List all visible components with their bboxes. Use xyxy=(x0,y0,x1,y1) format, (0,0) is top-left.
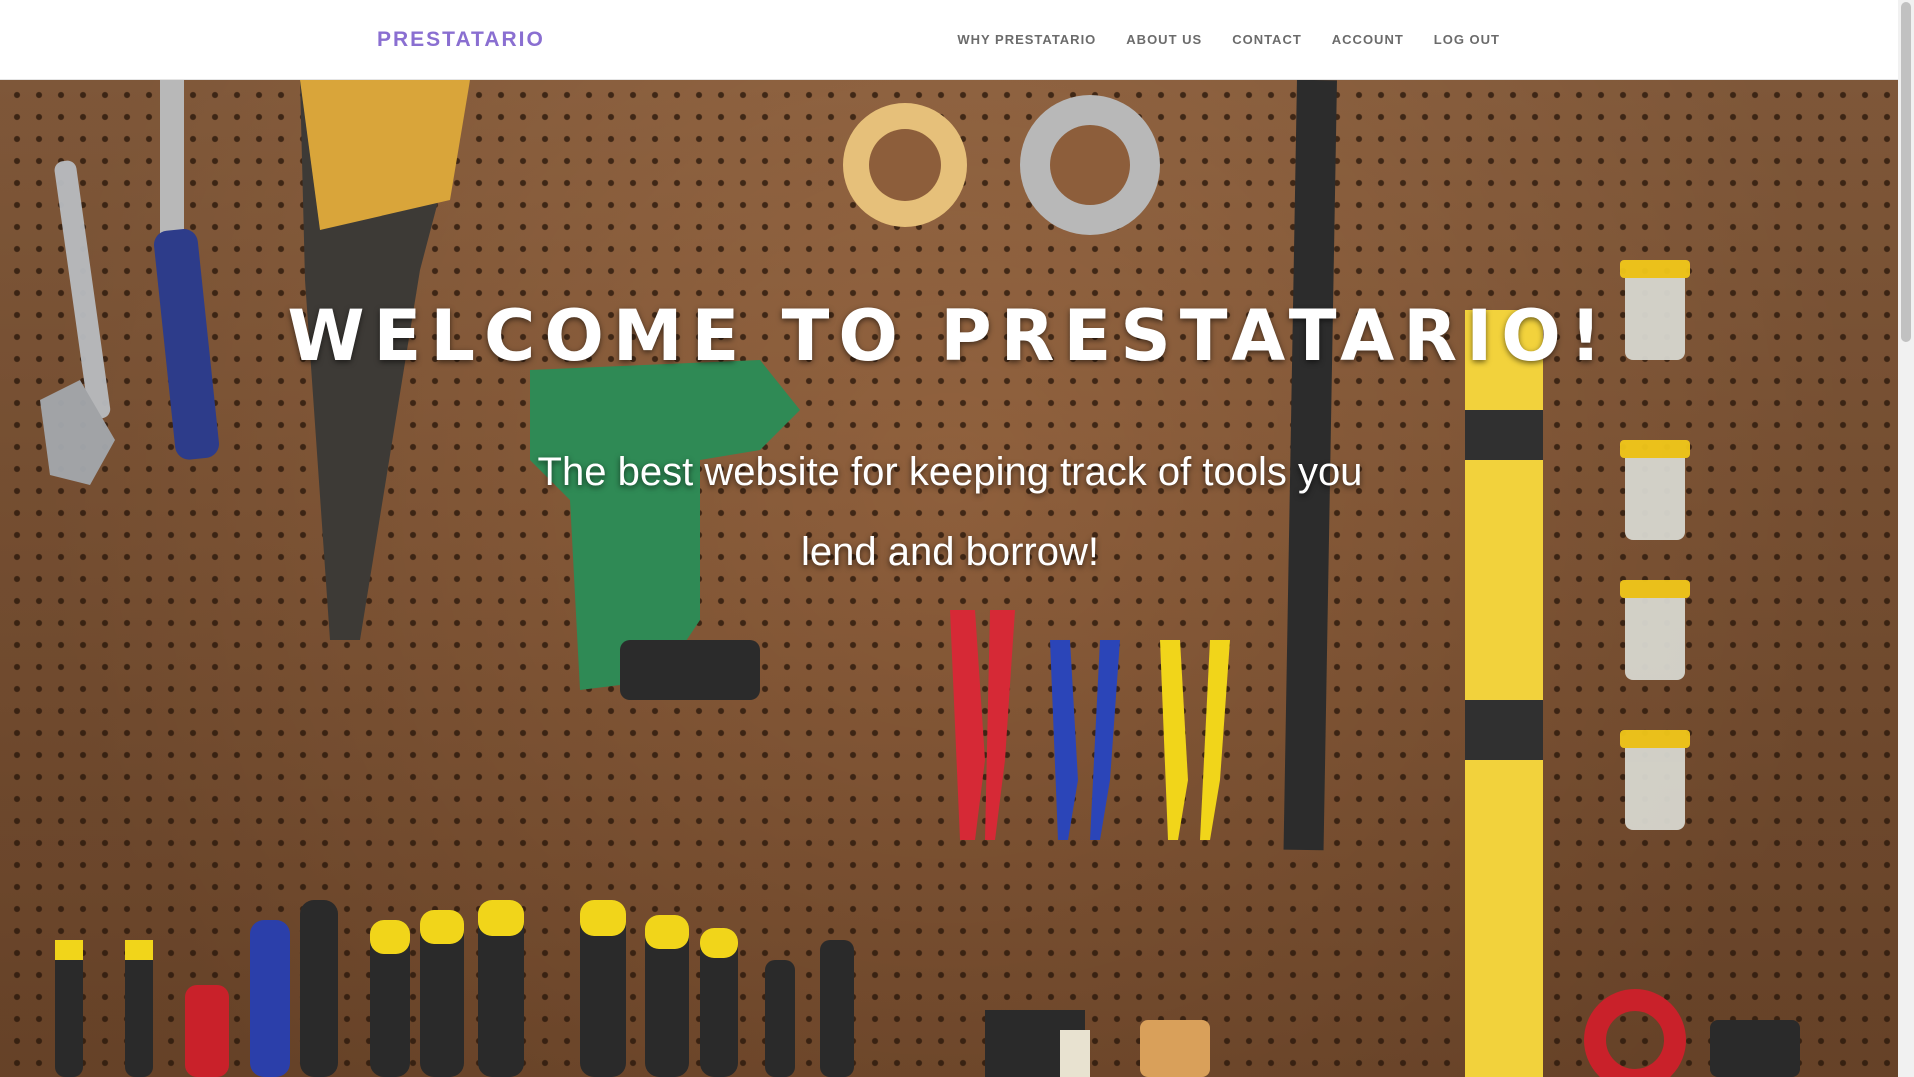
pipe-cutter-image xyxy=(1584,989,1800,1077)
clamp-image xyxy=(985,1010,1210,1077)
nav-link-contact[interactable]: CONTACT xyxy=(1217,0,1317,79)
top-navbar: PRESTATARIO WHY PRESTATARIO ABOUT US CON… xyxy=(0,0,1898,80)
hero-section: WELCOME TO PRESTATARIO! The best website… xyxy=(0,80,1898,1077)
nav-link-account[interactable]: ACCOUNT xyxy=(1317,0,1419,79)
tape-rolls-image xyxy=(843,95,1160,235)
hammer-image xyxy=(153,80,220,460)
level-image xyxy=(1465,310,1543,1077)
scrollbar-thumb[interactable] xyxy=(1901,2,1911,342)
nav-link-log-out[interactable]: LOG OUT xyxy=(1419,0,1500,79)
nav-link-why-prestatario[interactable]: WHY PRESTATARIO xyxy=(942,0,1111,79)
nav-link-about-us[interactable]: ABOUT US xyxy=(1111,0,1217,79)
screwdrivers-image xyxy=(55,900,854,1077)
page-scrollbar[interactable] xyxy=(1898,0,1914,1077)
nav-links: WHY PRESTATARIO ABOUT US CONTACT ACCOUNT… xyxy=(942,0,1500,79)
brand-logo-link[interactable]: PRESTATARIO xyxy=(377,28,545,52)
hero-title: WELCOME TO PRESTATARIO! xyxy=(287,295,1611,377)
pliers-image xyxy=(950,610,1230,840)
page: PRESTATARIO WHY PRESTATARIO ABOUT US CON… xyxy=(0,0,1914,1077)
hero-subtitle: The best website for keeping track of to… xyxy=(537,450,1363,574)
